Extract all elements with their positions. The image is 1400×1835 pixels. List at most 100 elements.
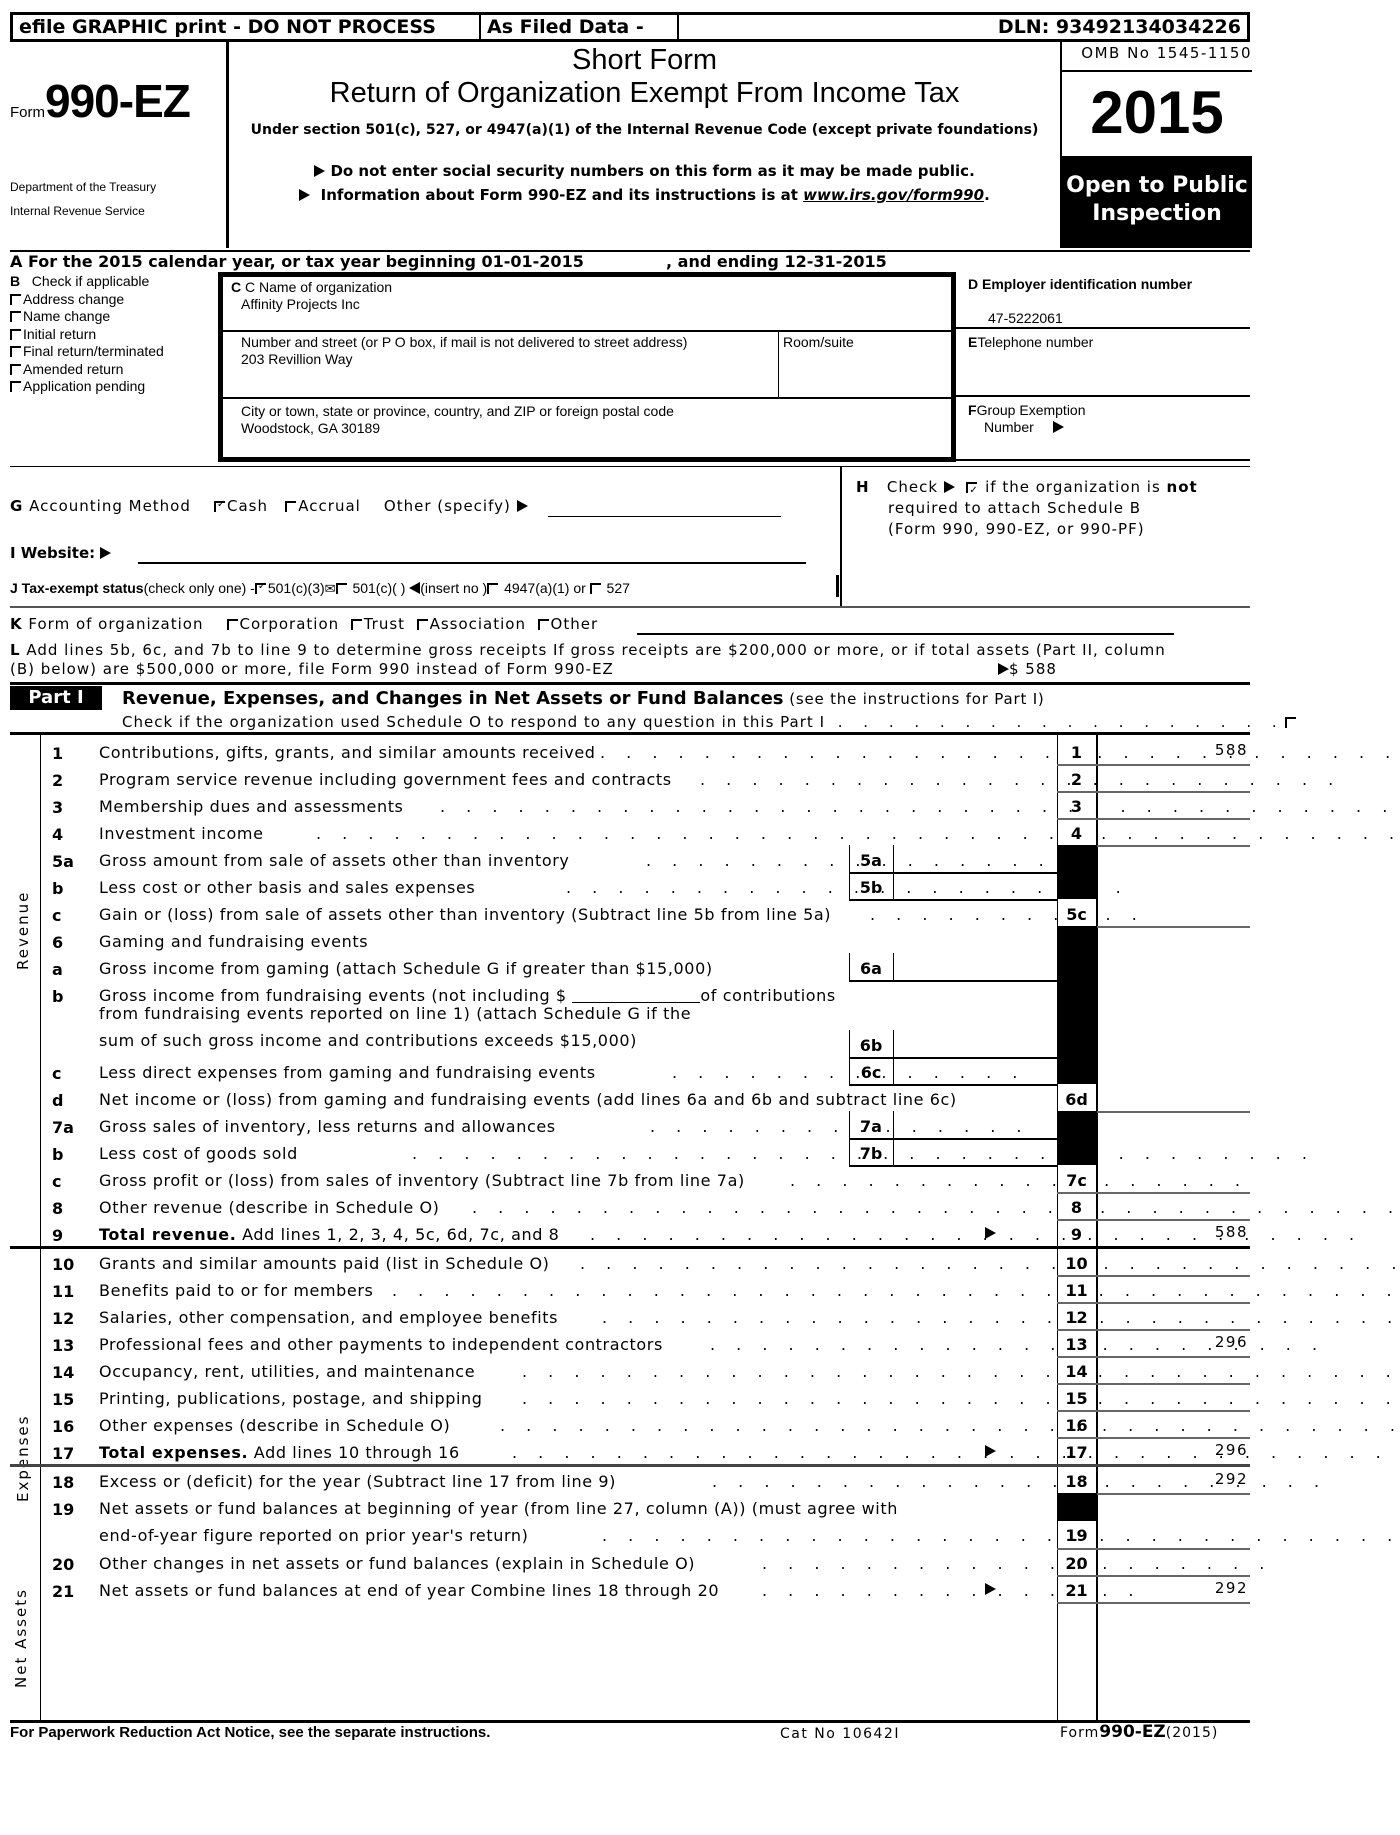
checkbox-501c[interactable]	[335, 583, 347, 594]
checkbox-4947[interactable]	[487, 583, 499, 594]
inner-box-label: 5a	[860, 851, 882, 870]
leader-dots: . . . . . . . . . . . . . . . . . . . . …	[580, 1254, 1400, 1273]
line-number: 15	[52, 1390, 75, 1409]
checkbox-application-pending[interactable]: Application pending	[10, 378, 164, 396]
line-number: 5a	[52, 852, 74, 871]
catalog-number: Cat No 10642I	[780, 1726, 900, 1742]
line-amount[interactable]: 296	[1098, 1329, 1248, 1356]
checkbox-icon[interactable]	[10, 328, 21, 340]
checkbox-icon[interactable]	[10, 381, 21, 392]
line-label: Professional fees and other payments to …	[99, 1335, 663, 1354]
line-amount[interactable]	[1098, 1302, 1248, 1329]
checkbox-icon[interactable]	[10, 311, 21, 322]
other-org-input[interactable]	[637, 633, 1174, 635]
line-number: c	[52, 1172, 62, 1191]
line-amount[interactable]	[1098, 899, 1248, 926]
line-amount[interactable]	[1098, 1383, 1248, 1410]
leader-dots: . . . . . . . . . . . . . . . . . . . . …	[440, 797, 1400, 816]
line-box-label: 18	[1065, 1472, 1088, 1491]
city-value: Woodstock, GA 30189	[241, 420, 381, 436]
checkbox-accrual[interactable]	[285, 501, 297, 512]
group-exemption-label: FGroup Exemption	[968, 402, 1086, 418]
line-amount[interactable]: 588	[1098, 737, 1248, 764]
line-box-label: 2	[1070, 770, 1083, 789]
arrow-icon	[985, 1445, 996, 1457]
inner-amount[interactable]	[895, 953, 1055, 980]
line-label: Grants and similar amounts paid (list in…	[99, 1254, 550, 1273]
line-number: 3	[52, 798, 64, 817]
arrow-icon	[998, 663, 1009, 675]
part-1-title: Revenue, Expenses, and Changes in Net As…	[122, 688, 1045, 709]
line-amount[interactable]	[1098, 1192, 1248, 1219]
line-label: Net assets or fund balances at beginning…	[99, 1499, 898, 1518]
city-label: City or town, state or province, country…	[241, 403, 674, 419]
line-amount[interactable]	[1098, 1356, 1248, 1383]
contributions-input[interactable]	[572, 988, 701, 1003]
line-box-label: 9	[1070, 1225, 1083, 1244]
arrow-icon	[985, 1227, 996, 1239]
line-number: 7a	[52, 1118, 74, 1137]
checkbox-final-return[interactable]: Final return/terminated	[10, 343, 164, 361]
short-form-title: Short Form	[571, 44, 718, 76]
inner-amount[interactable]	[895, 1057, 1055, 1084]
line-amount[interactable]: 292	[1098, 1466, 1248, 1493]
irs-link[interactable]: www.irs.gov/form990	[803, 186, 984, 204]
line-amount[interactable]: 588	[1098, 1219, 1248, 1246]
line-amount[interactable]	[1098, 1084, 1248, 1111]
ein-label: D Employer identification number	[968, 276, 1193, 292]
leader-dots: . . . . . . . . . . . . . . . . . . . . …	[512, 1443, 1400, 1462]
line-amount[interactable]	[1098, 818, 1248, 845]
line-amount[interactable]	[1098, 1520, 1248, 1547]
inner-amount[interactable]	[895, 1030, 1055, 1057]
checkbox-icon[interactable]	[10, 293, 21, 305]
line-amount[interactable]: 296	[1098, 1437, 1248, 1464]
schedule-o-check: Check if the organization used Schedule …	[122, 713, 1298, 731]
shaded-cell	[1057, 1493, 1097, 1521]
line-label: Investment income	[99, 824, 264, 843]
leader-dots: . . . . . . . . . . . . . . . . . . . . …	[472, 1198, 1400, 1217]
checkbox-address-change[interactable]: Address change	[10, 291, 164, 309]
dept-treasury: Department of the Treasury	[10, 180, 157, 194]
line-box-label: 5c	[1066, 905, 1087, 924]
line-amount[interactable]	[1098, 1548, 1248, 1575]
checkbox-527[interactable]	[589, 583, 601, 594]
checkbox-501c3[interactable]	[254, 581, 266, 594]
line-number: 11	[52, 1282, 75, 1301]
line-amount[interactable]	[1098, 1248, 1248, 1275]
checkbox-corporation[interactable]	[226, 619, 238, 630]
line-number: b	[52, 1145, 64, 1164]
leader-dots: . . . . . . . . . . . . . . . . . . . . …	[602, 1308, 1400, 1327]
tax-year-line: A For the 2015 calendar year, or tax yea…	[10, 252, 584, 271]
line-amount[interactable]	[1098, 764, 1248, 791]
footer-form-id: Form990-EZ(2015)	[1060, 1722, 1219, 1742]
line-label: Gaming and fundraising events	[99, 932, 369, 951]
checkbox-initial-return[interactable]: Initial return	[10, 326, 164, 344]
checkbox-cash[interactable]	[213, 499, 226, 512]
checkbox-icon[interactable]	[10, 363, 21, 375]
checkbox-association[interactable]	[416, 619, 428, 630]
inner-amount[interactable]	[895, 872, 1055, 899]
checkbox-other[interactable]	[537, 619, 549, 630]
inner-amount[interactable]	[895, 1111, 1055, 1138]
schedule-b-check: H Check if the organization is not requi…	[856, 477, 1198, 540]
other-method-input[interactable]	[548, 516, 781, 517]
checkbox-name-change[interactable]: Name change	[10, 308, 164, 326]
checkbox-schedule-o[interactable]	[1284, 717, 1296, 728]
inner-amount[interactable]	[895, 845, 1055, 872]
line-box-label: 14	[1065, 1362, 1088, 1381]
line-amount[interactable]	[1098, 791, 1248, 818]
checkbox-trust[interactable]	[350, 619, 362, 630]
organization-info-box: C C Name of organization Affinity Projec…	[218, 272, 956, 462]
line-amount[interactable]	[1098, 1410, 1248, 1437]
line-amount[interactable]	[1098, 1165, 1248, 1192]
line-amount[interactable]	[1098, 1275, 1248, 1302]
checkbox-icon[interactable]	[10, 346, 21, 357]
omb-number: OMB No 1545-1150	[1062, 42, 1252, 72]
checkbox-amended-return[interactable]: Amended return	[10, 361, 164, 379]
website-input[interactable]	[138, 562, 806, 564]
leader-dots: . . . . . . . . . . . . . . . . . . . . …	[522, 1362, 1400, 1381]
line-amount[interactable]: 292	[1098, 1575, 1248, 1602]
inner-amount[interactable]	[895, 1138, 1055, 1165]
line-label: from fundraising events reported on line…	[99, 1004, 692, 1023]
checkbox-schedule-b[interactable]	[966, 480, 979, 501]
